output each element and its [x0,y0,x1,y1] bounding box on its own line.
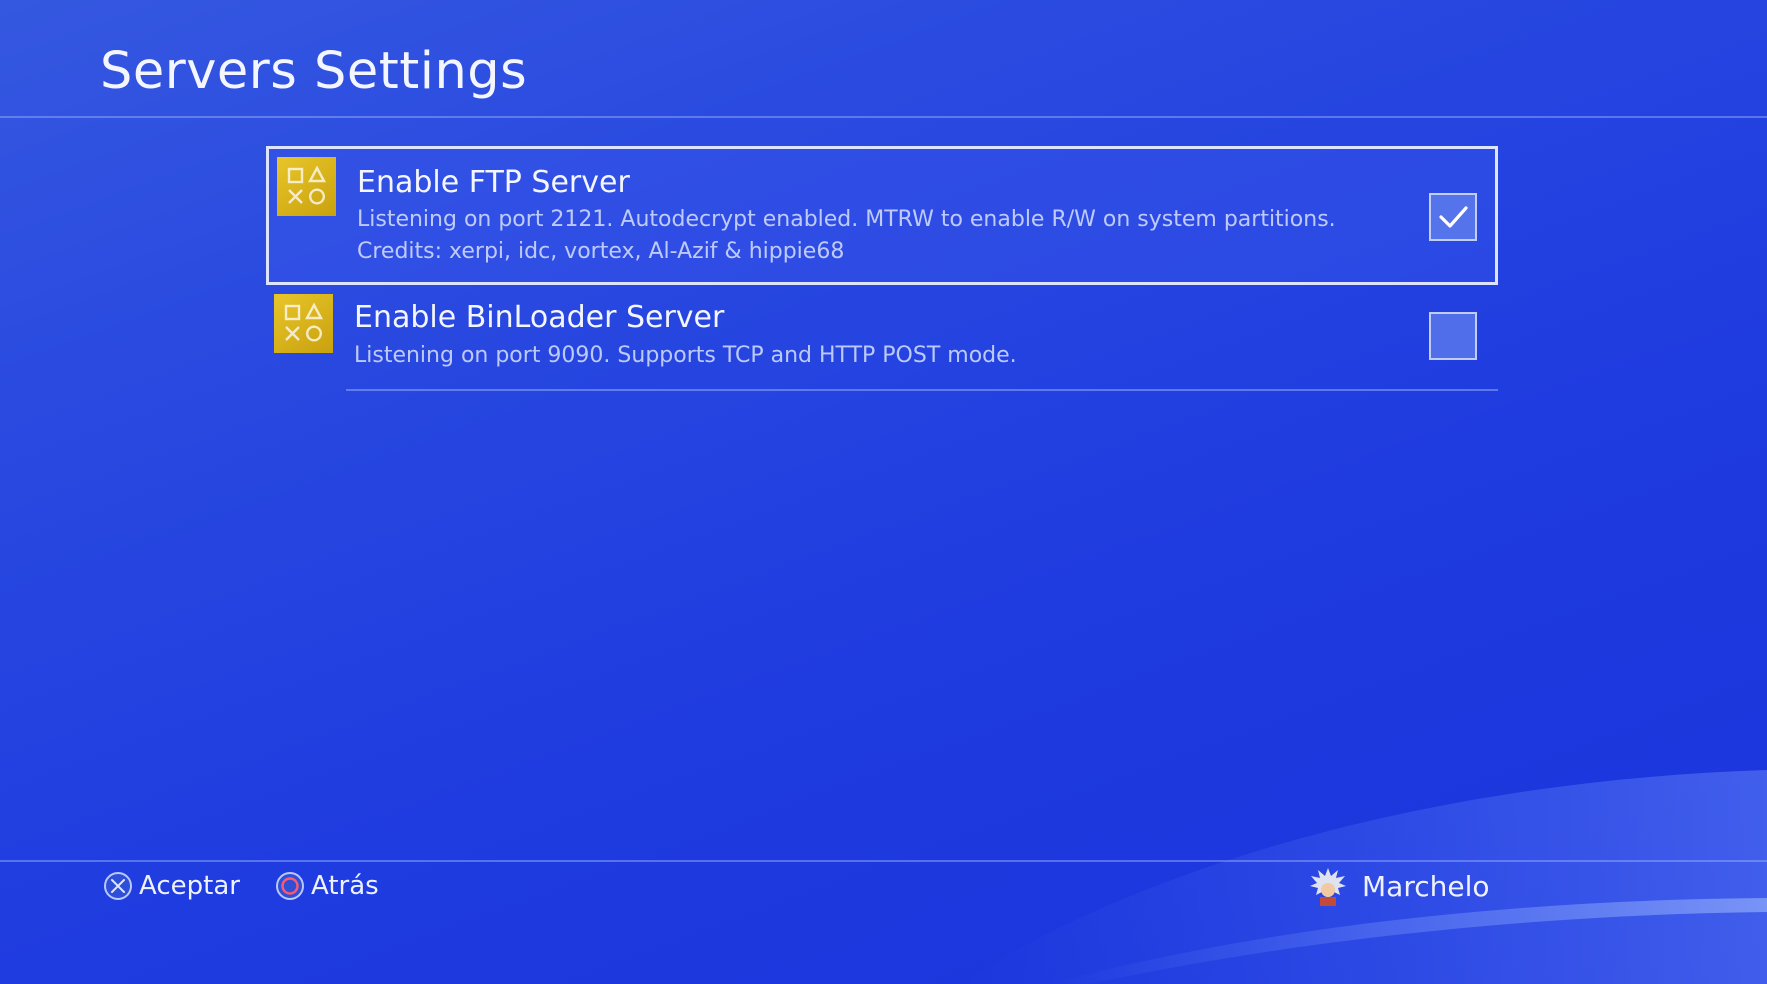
setting-title: Enable FTP Server [357,165,630,200]
cross-button-icon [104,872,132,900]
ftp-server-checkbox[interactable] [1429,193,1477,241]
playstation-shapes-icon [277,157,336,216]
user-profile: Marchelo [1306,864,1490,908]
header-divider [0,116,1767,118]
setting-item-binloader-server[interactable]: Enable BinLoader Server Listening on por… [266,290,1498,390]
accept-label: Aceptar [139,871,240,901]
setting-description-line: Listening on port 9090. Supports TCP and… [354,343,1017,368]
back-button[interactable]: Atrás [275,868,379,904]
list-divider [346,389,1498,391]
setting-description-line: Credits: xerpi, idc, vortex, Al-Azif & h… [357,239,845,264]
avatar [1310,868,1346,906]
back-label: Atrás [311,871,379,901]
setting-item-ftp-server[interactable]: Enable FTP Server Listening on port 2121… [266,146,1498,285]
binloader-server-checkbox[interactable] [1429,312,1477,360]
user-name: Marchelo [1362,869,1490,903]
setting-description: Listening on port 2121. Autodecrypt enab… [357,204,1336,268]
playstation-shapes-icon [274,294,333,353]
setting-title: Enable BinLoader Server [354,300,725,335]
circle-button-icon [276,872,304,900]
checkmark-icon [1439,206,1468,228]
footer-divider [0,860,1767,862]
page-title: Servers Settings [100,42,528,101]
accept-button[interactable]: Aceptar [103,868,240,904]
setting-description-line: Listening on port 2121. Autodecrypt enab… [357,207,1336,232]
setting-description: Listening on port 9090. Supports TCP and… [354,340,1017,372]
